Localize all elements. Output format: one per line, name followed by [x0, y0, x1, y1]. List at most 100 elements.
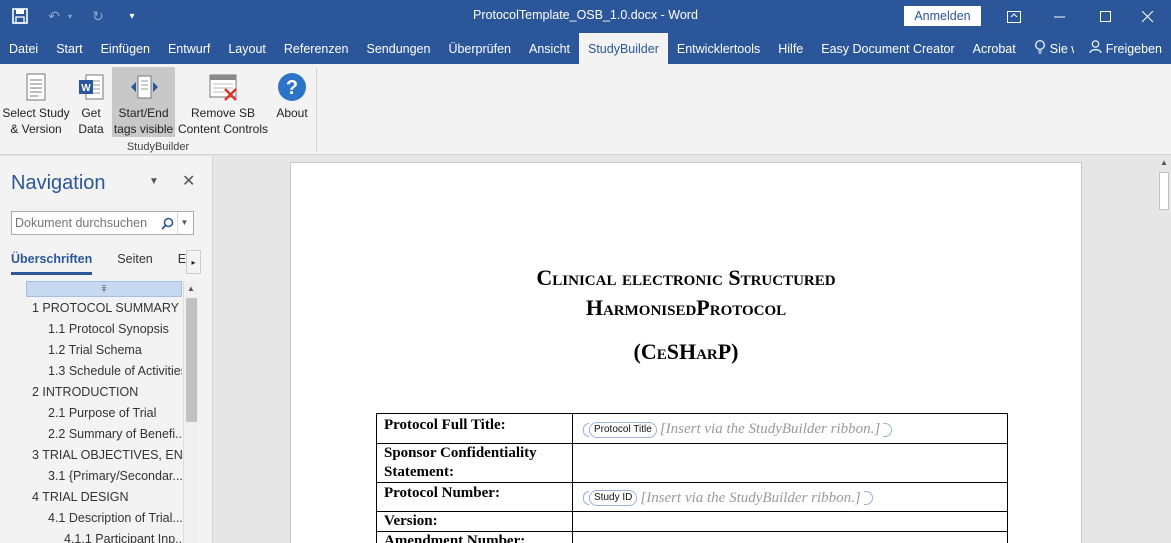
table-label-cell: Protocol Number:	[376, 481, 573, 512]
tab-ansicht[interactable]: Ansicht	[520, 33, 579, 64]
tab-start[interactable]: Start	[47, 33, 91, 64]
tab-hilfe[interactable]: Hilfe	[769, 33, 812, 64]
document-page[interactable]: Clinical electronic Structured Harmonise…	[290, 162, 1082, 543]
table-value-cell[interactable]	[572, 442, 1008, 483]
start-end-label-2: tags visible	[113, 122, 174, 136]
search-options-chevron-icon[interactable]: ▼	[177, 212, 191, 234]
table-value-cell[interactable]	[572, 531, 1008, 543]
lightbulb-icon	[1034, 40, 1046, 57]
table-label-cell: Amendment Number:	[376, 531, 573, 543]
tree-item[interactable]: 2.2 Summary of Benefi...	[48, 424, 182, 445]
nav-tab-ueberschriften[interactable]: Überschriften	[11, 250, 93, 275]
tree-item[interactable]: 4.1.1 Participant Inp...	[64, 529, 182, 543]
tree-item-label: 3 TRIAL OBJECTIVES, END...	[32, 448, 182, 462]
table-value-cell[interactable]: Study ID [Insert via the StudyBuilder ri…	[572, 481, 1008, 512]
collapse-all-icon[interactable]: ⩱	[26, 281, 182, 297]
content-control-placeholder[interactable]: [Insert via the StudyBuilder ribbon.]	[657, 420, 883, 439]
heading-tree: ◢1 PROTOCOL SUMMARY 1.1 Protocol Synopsi…	[0, 298, 182, 543]
navigation-search-input[interactable]	[12, 216, 157, 230]
close-icon[interactable]	[1125, 0, 1171, 33]
document-title-line-1: Clinical electronic Structured	[536, 265, 836, 290]
tree-item[interactable]: ◢1 PROTOCOL SUMMARY	[32, 298, 179, 319]
ribbon-display-options-icon[interactable]	[991, 0, 1037, 33]
navigation-scrollbar[interactable]: ▲	[183, 281, 198, 543]
scroll-up-icon[interactable]: ▲	[184, 281, 198, 296]
tab-studybuilder[interactable]: StudyBuilder	[579, 33, 668, 64]
tree-item-label: 2.2 Summary of Benefi...	[48, 427, 182, 441]
tab-sendungen[interactable]: Sendungen	[358, 33, 440, 64]
about-label: About	[276, 106, 308, 120]
tree-item[interactable]: ◢4 TRIAL DESIGN	[32, 487, 129, 508]
get-data-label-1: Get	[81, 106, 101, 120]
tab-datei[interactable]: Datei	[0, 33, 47, 64]
share-label: Freigeben	[1105, 41, 1162, 56]
tree-item-label: 2 INTRODUCTION	[32, 385, 139, 399]
content-control-protocol-title[interactable]: Protocol Title [Insert via the StudyBuil…	[581, 420, 893, 439]
tree-item[interactable]: ◢4.1 Description of Trial...	[48, 508, 182, 529]
table-value-cell[interactable]	[572, 511, 1008, 532]
tree-item[interactable]: 3.1 {Primary/Secondar...	[48, 466, 182, 487]
remove-sb-content-controls-button[interactable]: Remove SB Content Controls	[177, 67, 269, 137]
content-control-tag[interactable]: Study ID	[589, 490, 638, 506]
share-button[interactable]: Freigeben	[1080, 33, 1171, 64]
table-row: Protocol Full Title: Protocol Title [Ins…	[376, 413, 1008, 444]
remove-sb-label-2: Content Controls	[177, 122, 269, 136]
tree-item[interactable]: 1.3 Schedule of Activities	[48, 361, 182, 382]
nav-tab-seiten[interactable]: Seiten	[117, 250, 152, 272]
help-question-icon: ?	[278, 73, 306, 101]
tree-item[interactable]: 2.1 Purpose of Trial	[48, 403, 156, 424]
pane-options-chevron-icon[interactable]: ▼	[149, 176, 159, 187]
tree-item-label: 4.1.1 Participant Inp...	[64, 532, 182, 543]
scroll-thumb[interactable]	[1159, 172, 1169, 210]
select-study-version-button[interactable]: Select Study & Version	[2, 67, 70, 137]
customize-toolbar-icon[interactable]: ▾	[122, 6, 142, 26]
search-icon[interactable]	[157, 213, 177, 233]
redo-icon[interactable]: ↻	[88, 6, 108, 26]
tab-ueberpruefen[interactable]: Überprüfen	[439, 33, 520, 64]
content-control-tag[interactable]: Protocol Title	[589, 421, 657, 438]
sign-in-button[interactable]: Anmelden	[904, 6, 981, 26]
navigation-tabs: Überschriften Seiten Er ▸	[11, 250, 201, 278]
tell-me-label: Sie wünsc	[1049, 41, 1074, 56]
document-area: Clinical electronic Structured Harmonise…	[214, 156, 1157, 543]
tab-referenzen[interactable]: Referenzen	[275, 33, 358, 64]
tree-item[interactable]: ◢2 INTRODUCTION	[32, 382, 138, 403]
get-data-label-2: Data	[78, 122, 104, 136]
nav-tabs-scroll-right-icon[interactable]: ▸	[186, 250, 201, 274]
tab-easy-document-creator[interactable]: Easy Document Creator	[812, 33, 963, 64]
about-button[interactable]: ? About	[272, 67, 312, 137]
tree-item[interactable]: ◢3 TRIAL OBJECTIVES, END...	[32, 445, 182, 466]
close-pane-icon[interactable]: ✕	[182, 171, 195, 191]
remove-controls-icon	[209, 74, 237, 101]
tab-entwicklertools[interactable]: Entwicklertools	[668, 33, 769, 64]
scroll-up-icon[interactable]: ▲	[1157, 156, 1171, 170]
minimize-icon[interactable]	[1037, 0, 1083, 33]
tree-item-label: 1 PROTOCOL SUMMARY	[32, 301, 180, 315]
undo-dropdown-icon[interactable]: ▾	[66, 6, 74, 26]
word-document-icon: W	[79, 74, 104, 100]
tab-einfuegen[interactable]: Einfügen	[92, 33, 159, 64]
content-control-end-icon	[863, 491, 873, 505]
tree-item-label: 1.1 Protocol Synopsis	[48, 322, 169, 336]
maximize-icon[interactable]	[1083, 0, 1129, 33]
content-control-placeholder[interactable]: [Insert via the StudyBuilder ribbon.]	[637, 489, 863, 508]
scroll-thumb[interactable]	[186, 298, 197, 422]
ribbon-group-label: StudyBuilder	[126, 141, 190, 153]
table-label-cell: Version:	[376, 511, 573, 532]
document-scrollbar[interactable]: ▲	[1157, 156, 1171, 543]
tell-me-search[interactable]: Sie wünsc	[1025, 33, 1074, 64]
ribbon-studybuilder-panel: Select Study & Version W Get Data Start/…	[0, 64, 1171, 155]
get-data-button[interactable]: W Get Data	[72, 67, 110, 137]
start-end-tags-visible-button[interactable]: Start/End tags visible	[112, 67, 175, 137]
undo-icon[interactable]: ↶	[44, 6, 64, 26]
navigation-pane: Navigation ▼ ✕ ▼ Überschriften Seiten Er…	[0, 156, 213, 543]
tab-layout[interactable]: Layout	[219, 33, 275, 64]
table-value-cell[interactable]: Protocol Title [Insert via the StudyBuil…	[572, 413, 1008, 444]
save-icon[interactable]	[10, 6, 30, 26]
content-control-study-id[interactable]: Study ID [Insert via the StudyBuilder ri…	[581, 489, 873, 508]
document-title-acronym: (CeSHarP)	[633, 339, 739, 364]
tree-item[interactable]: 1.2 Trial Schema	[48, 340, 142, 361]
tree-item[interactable]: 1.1 Protocol Synopsis	[48, 319, 169, 340]
tab-entwurf[interactable]: Entwurf	[159, 33, 219, 64]
tab-acrobat[interactable]: Acrobat	[964, 33, 1025, 64]
